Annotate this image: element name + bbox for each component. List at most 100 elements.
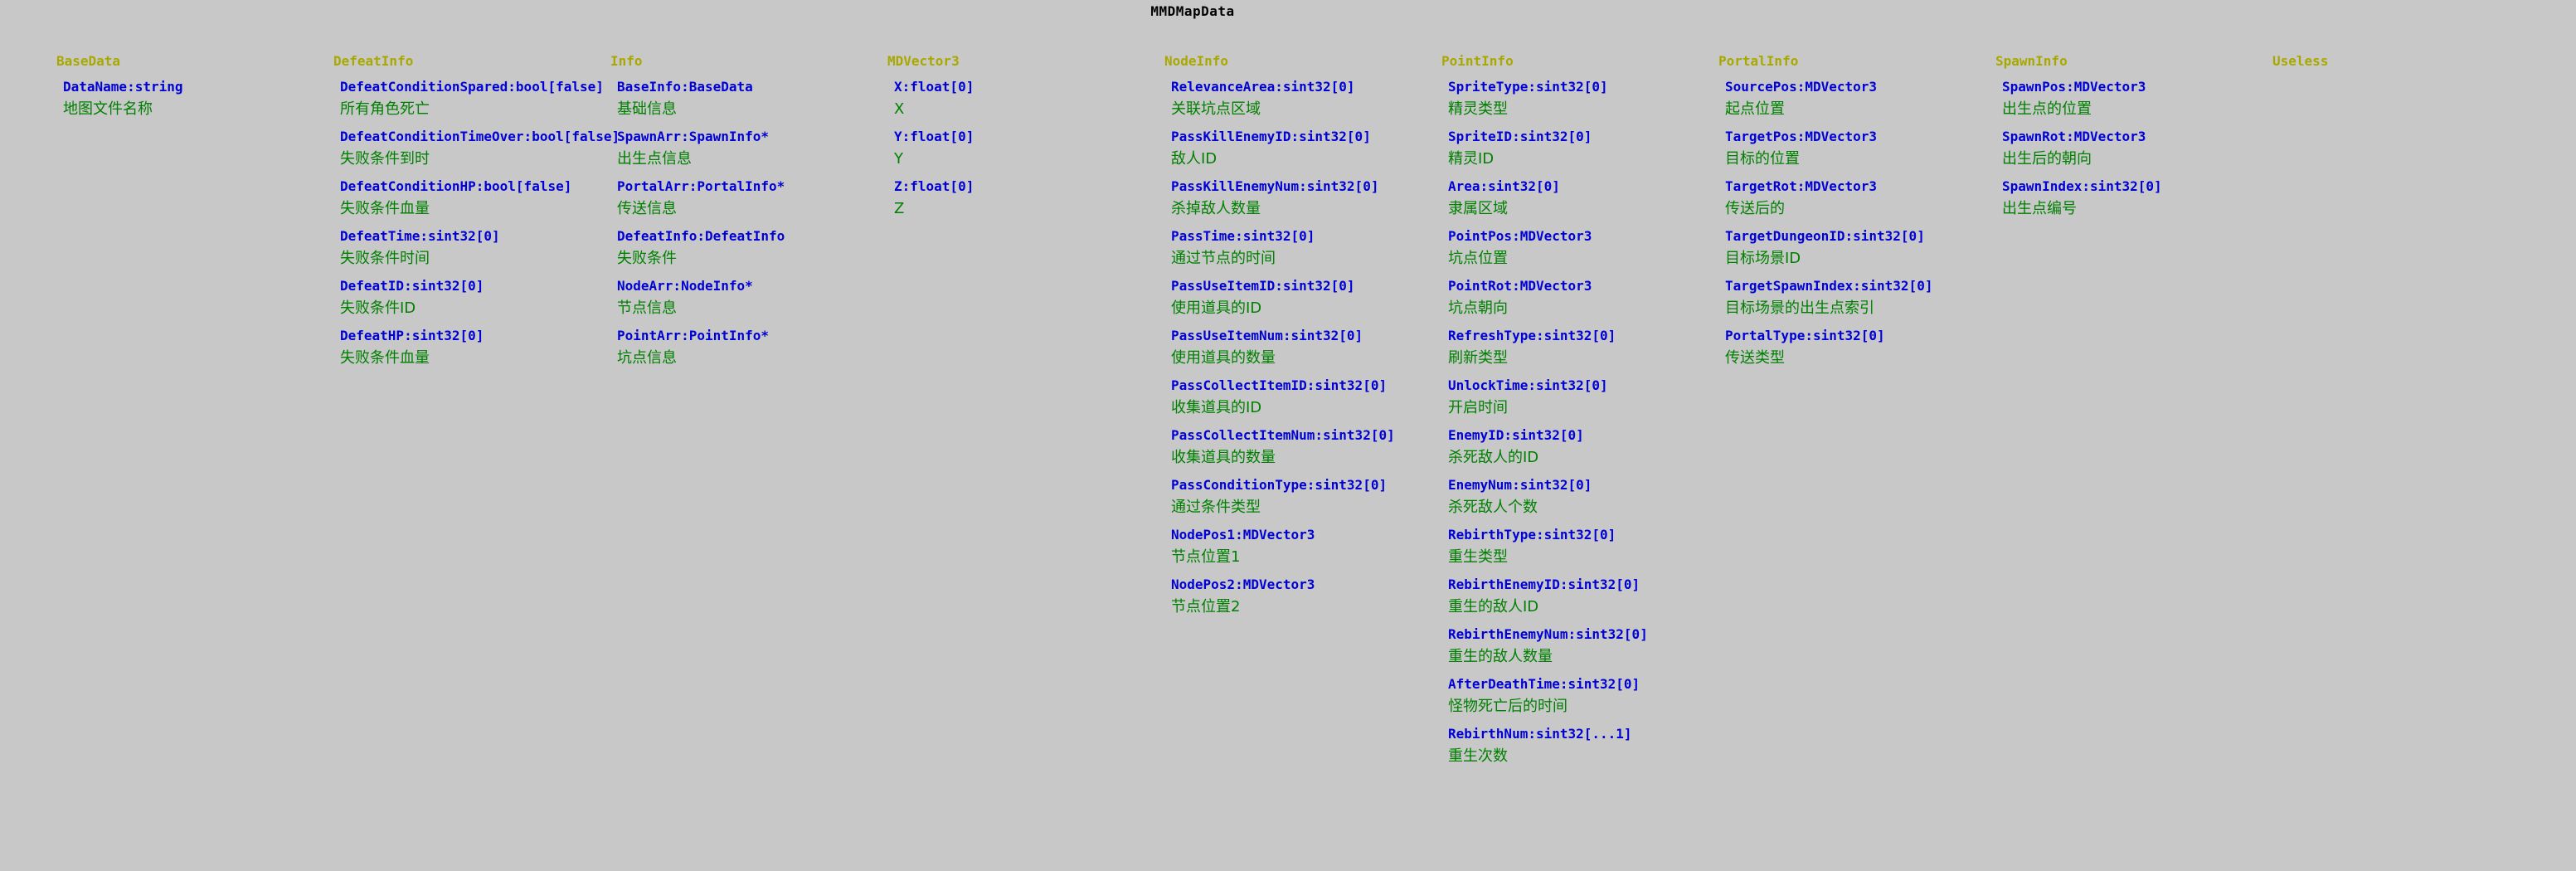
field-description: 传送类型: [1725, 349, 1785, 367]
struct-field: RebirthType:sint32[0] 重生类型: [1448, 526, 1648, 576]
struct-field: SpawnPos:MDVector3 出生点的位置: [2002, 78, 2162, 128]
field-description: 开启时间: [1448, 399, 1508, 416]
field-type: DefeatConditionSpared:bool[false]: [340, 79, 604, 95]
field-description: 节点位置2: [1171, 598, 1241, 616]
field-description: 重生次数: [1448, 747, 1508, 765]
field-type: PassKillEnemyID:sint32[0]: [1171, 129, 1371, 144]
field-type: DefeatHP:sint32[0]: [340, 328, 484, 343]
struct-header: PortalInfo: [1718, 53, 1799, 69]
field-description: 失败条件时间: [340, 250, 430, 267]
field-type: PointRot:MDVector3: [1448, 278, 1592, 294]
field-description: Y: [894, 150, 903, 168]
struct-field: SpawnArr:SpawnInfo* 出生点信息: [617, 128, 785, 178]
field-type: SpawnRot:MDVector3: [2002, 129, 2146, 144]
struct-field: SourcePos:MDVector3 起点位置: [1725, 78, 1932, 128]
field-type: RebirthEnemyNum:sint32[0]: [1448, 626, 1648, 642]
field-type: TargetPos:MDVector3: [1725, 129, 1878, 144]
field-type: PassTime:sint32[0]: [1171, 228, 1315, 244]
field-description: 杀掉敌人数量: [1171, 200, 1261, 217]
struct-nodeinfo: NodeInfo RelevanceArea:sint32[0] 关联坑点区域 Pas…: [1164, 53, 1395, 625]
struct-field: X:float[0] X: [894, 78, 974, 128]
struct-field: PortalArr:PortalInfo* 传送信息: [617, 178, 785, 227]
struct-field: DefeatHP:sint32[0] 失败条件血量: [340, 327, 620, 377]
field-description: Z: [894, 200, 905, 217]
struct-field: RebirthEnemyNum:sint32[0] 重生的敌人数量: [1448, 625, 1648, 675]
struct-field: PassTime:sint32[0] 通过节点的时间: [1171, 227, 1395, 277]
field-type: PortalArr:PortalInfo*: [617, 178, 785, 194]
field-type: PointArr:PointInfo*: [617, 328, 770, 343]
field-description: 使用道具的数量: [1171, 349, 1276, 367]
field-description: 出生后的朝向: [2002, 150, 2092, 168]
field-description: 传送后的: [1725, 200, 1785, 217]
struct-field: PointArr:PointInfo* 坑点信息: [617, 327, 785, 377]
field-type: EnemyID:sint32[0]: [1448, 427, 1584, 443]
struct-field: TargetSpawnIndex:sint32[0] 目标场景的出生点索引: [1725, 277, 1932, 327]
field-description: 重生的敌人数量: [1448, 648, 1553, 665]
struct-field: RefreshType:sint32[0] 刷新类型: [1448, 327, 1648, 377]
struct-portalinfo: PortalInfo SourcePos:MDVector3 起点位置 TargetP…: [1718, 53, 1932, 377]
struct-info: Info BaseInfo:BaseData 基础信息 SpawnArr:SpawnI…: [610, 53, 785, 377]
struct-header: Info: [610, 53, 643, 69]
field-description: 节点信息: [617, 299, 677, 317]
field-description: 失败条件到时: [340, 150, 430, 168]
field-description: 通过条件类型: [1171, 499, 1261, 516]
field-type: PortalType:sint32[0]: [1725, 328, 1885, 343]
field-description: 重生类型: [1448, 548, 1508, 566]
field-type: PassCollectItemNum:sint32[0]: [1171, 427, 1395, 443]
struct-pointinfo: PointInfo SpriteType:sint32[0] 精灵类型 SpriteI…: [1441, 53, 1648, 775]
field-type: SpriteID:sint32[0]: [1448, 129, 1592, 144]
field-description: 收集道具的ID: [1171, 399, 1262, 416]
field-type: SpawnIndex:sint32[0]: [2002, 178, 2162, 194]
struct-field: DefeatConditionSpared:bool[false] 所有角色死亡: [340, 78, 620, 128]
field-description: 隶属区域: [1448, 200, 1508, 217]
struct-field: PassUseItemNum:sint32[0] 使用道具的数量: [1171, 327, 1395, 377]
field-type: SpawnArr:SpawnInfo*: [617, 129, 770, 144]
field-type: Z:float[0]: [894, 178, 975, 194]
field-type: PassCollectItemID:sint32[0]: [1171, 377, 1388, 393]
diagram-title: MMDMapData: [1150, 3, 1235, 19]
field-description: 地图文件名称: [63, 100, 153, 118]
struct-field: RebirthEnemyID:sint32[0] 重生的敌人ID: [1448, 576, 1648, 625]
field-description: 重生的敌人ID: [1448, 598, 1539, 616]
field-type: BaseInfo:BaseData: [617, 79, 753, 95]
struct-header: PointInfo: [1441, 53, 1514, 69]
field-type: SourcePos:MDVector3: [1725, 79, 1878, 95]
field-description: 怪物死亡后的时间: [1448, 698, 1567, 715]
struct-spawninfo: SpawnInfo SpawnPos:MDVector3 出生点的位置 SpawnRo…: [1995, 53, 2162, 227]
struct-field: EnemyID:sint32[0] 杀死敌人的ID: [1448, 426, 1648, 476]
field-type: Y:float[0]: [894, 129, 975, 144]
field-description: 失败条件血量: [340, 349, 430, 367]
field-type: TargetRot:MDVector3: [1725, 178, 1878, 194]
field-description: 敌人ID: [1171, 150, 1218, 168]
field-description: 使用道具的ID: [1171, 299, 1262, 317]
field-type: PassUseItemID:sint32[0]: [1171, 278, 1355, 294]
struct-field: UnlockTime:sint32[0] 开启时间: [1448, 377, 1648, 426]
struct-defeatinfo: DefeatInfo DefeatConditionSpared:bool[fal…: [333, 53, 620, 377]
struct-header: NodeInfo: [1164, 53, 1229, 69]
struct-useless: Useless: [2272, 53, 2328, 78]
field-type: DefeatID:sint32[0]: [340, 278, 484, 294]
struct-field: SpawnRot:MDVector3 出生后的朝向: [2002, 128, 2162, 178]
field-type: TargetSpawnIndex:sint32[0]: [1725, 278, 1933, 294]
struct-header: BaseData: [56, 53, 121, 69]
field-type: DataName:string: [63, 79, 183, 95]
struct-field: DefeatConditionHP:bool[false] 失败条件血量: [340, 178, 620, 227]
field-description: 节点位置1: [1171, 548, 1241, 566]
struct-field: SpriteType:sint32[0] 精灵类型: [1448, 78, 1648, 128]
struct-header: DefeatInfo: [333, 53, 414, 69]
field-description: 坑点位置: [1448, 250, 1508, 267]
field-type: SpawnPos:MDVector3: [2002, 79, 2146, 95]
struct-field: RelevanceArea:sint32[0] 关联坑点区域: [1171, 78, 1395, 128]
struct-field: NodePos2:MDVector3 节点位置2: [1171, 576, 1395, 625]
field-type: SpriteType:sint32[0]: [1448, 79, 1608, 95]
struct-basedata: BaseData DataName:string 地图文件名称: [56, 53, 183, 128]
field-type: DefeatConditionHP:bool[false]: [340, 178, 572, 194]
field-description: 坑点朝向: [1448, 299, 1508, 317]
field-description: 通过节点的时间: [1171, 250, 1276, 267]
field-type: PassUseItemNum:sint32[0]: [1171, 328, 1363, 343]
field-type: DefeatConditionTimeOver:bool[false]: [340, 129, 620, 144]
struct-field: PassCollectItemID:sint32[0] 收集道具的ID: [1171, 377, 1395, 426]
field-type: TargetDungeonID:sint32[0]: [1725, 228, 1925, 244]
struct-field: Z:float[0] Z: [894, 178, 974, 227]
field-type: UnlockTime:sint32[0]: [1448, 377, 1608, 393]
